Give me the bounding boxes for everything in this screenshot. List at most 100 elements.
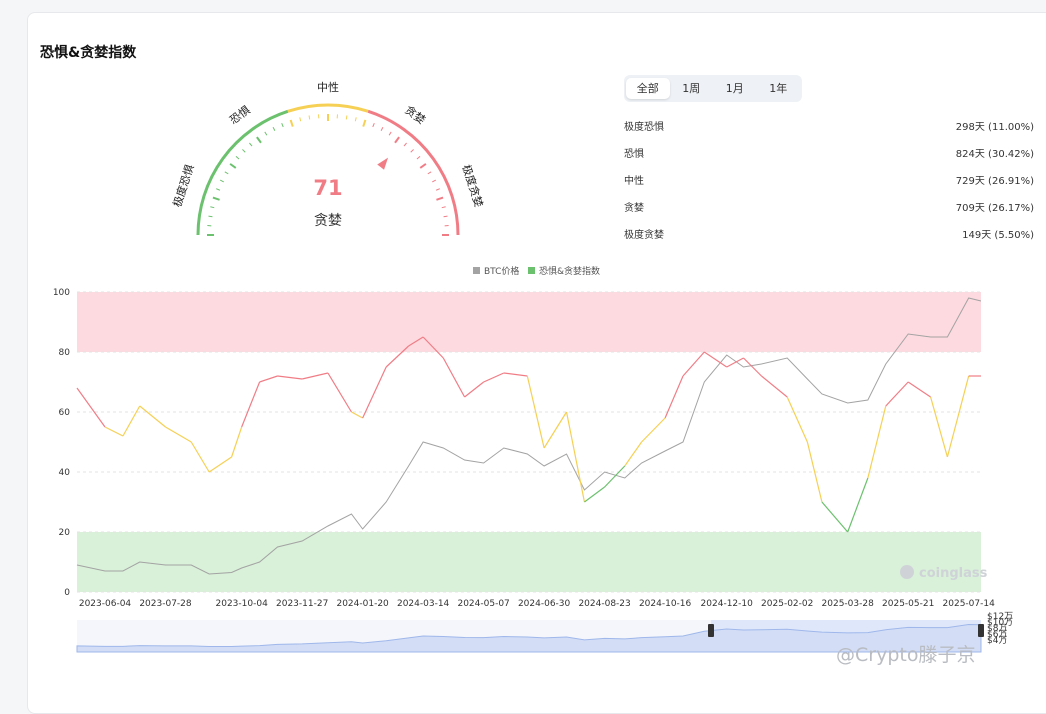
navigator-handle-right[interactable] <box>978 624 984 637</box>
gauge-tick <box>309 115 310 119</box>
x-tick-label: 2025-02-02 <box>761 599 813 609</box>
x-tick-label: 2024-08-23 <box>578 599 630 609</box>
gauge-tick <box>436 189 440 191</box>
index-line-segment <box>886 382 908 406</box>
tab-1-year[interactable]: 1年 <box>757 78 801 99</box>
gauge-tick <box>257 137 261 143</box>
navigator-handle-left[interactable] <box>708 624 714 637</box>
index-line-segment <box>683 352 704 376</box>
y-right-tick-label: $12万 <box>987 612 1013 622</box>
stat-label: 极度恐惧 <box>624 118 664 133</box>
gauge-tick <box>355 117 356 121</box>
gauge-tick <box>236 156 239 159</box>
index-line-segment <box>232 427 242 457</box>
fear-greed-gauge: 极度恐惧 恐惧 中性 贪婪 极度贪婪 71 贪婪 <box>160 70 500 260</box>
gauge-tick <box>300 117 301 121</box>
index-line-segment <box>140 406 166 427</box>
gauge-tick <box>346 115 347 119</box>
gauge-label-fear: 恐惧 <box>227 103 253 127</box>
stats-list: 极度恐惧298天 (11.00%) 恐惧824天 (30.42%) 中性729天… <box>624 112 1034 247</box>
gauge-label-neutral: 中性 <box>317 80 339 94</box>
index-line-segment <box>77 388 105 427</box>
gauge-tick <box>444 216 448 217</box>
index-line-segment <box>260 376 278 382</box>
fear-zone <box>77 532 981 592</box>
gauge-tick <box>282 123 284 127</box>
index-line-segment <box>302 373 328 379</box>
index-line-segment <box>822 502 848 532</box>
coinglass-brand: coinglass <box>919 566 988 581</box>
index-line-segment <box>504 373 528 376</box>
index-line-segment <box>787 397 807 442</box>
gauge-tick <box>404 143 407 146</box>
tab-all[interactable]: 全部 <box>626 78 670 99</box>
index-line-segment <box>761 376 787 397</box>
y-left-tick-label: 20 <box>59 528 71 538</box>
x-tick-label: 2024-01-20 <box>336 599 389 609</box>
x-tick-label: 2025-05-21 <box>882 599 934 609</box>
index-line-segment <box>584 487 604 502</box>
x-tick-label: 2023-10-04 <box>216 599 269 609</box>
gauge-label-extreme-greed: 极度贪婪 <box>459 163 486 209</box>
index-line-segment <box>209 457 231 472</box>
stat-value: 298天 (11.00%) <box>956 118 1034 133</box>
x-tick-label: 2023-11-27 <box>276 599 328 609</box>
x-tick-label: 2023-06-04 <box>79 599 132 609</box>
y-left-tick-label: 0 <box>64 588 70 598</box>
x-tick-label: 2025-03-28 <box>822 599 875 609</box>
gauge-tick <box>208 216 212 217</box>
index-line-segment <box>625 442 642 466</box>
y-left-tick-label: 60 <box>59 408 71 418</box>
gauge-tick <box>216 189 220 191</box>
stat-value: 709天 (26.17%) <box>956 199 1034 214</box>
gauge-tick <box>210 207 214 208</box>
gauge-tick <box>389 132 391 135</box>
page-title: 恐惧&贪婪指数 <box>40 42 136 62</box>
legend[interactable]: BTC价格 恐惧&贪婪指数 <box>473 265 600 277</box>
gauge-tick <box>411 149 414 152</box>
index-line-segment <box>484 373 504 382</box>
stat-row: 贪婪 709天 (26.17%) <box>624 193 1034 220</box>
index-line-segment <box>465 382 484 397</box>
gauge-tick <box>420 164 426 168</box>
gauge-tick <box>291 120 293 127</box>
stat-label: 贪婪 <box>624 199 644 214</box>
index-line-segment <box>328 373 352 412</box>
gauge-tick <box>220 180 224 182</box>
index-line-segment <box>544 412 566 448</box>
x-tick-label: 2024-05-07 <box>457 599 509 609</box>
gauge-arc-neutral <box>288 105 368 111</box>
tab-1-week[interactable]: 1周 <box>670 78 714 99</box>
x-tick-label: 2024-03-14 <box>397 599 450 609</box>
index-line-segment <box>242 382 260 427</box>
index-line-segment <box>191 442 209 472</box>
index-line-segment <box>931 397 948 457</box>
gauge-tick <box>381 127 383 131</box>
tab-1-month[interactable]: 1月 <box>713 78 757 99</box>
gauge-tick <box>428 172 431 174</box>
gauge-tick <box>242 149 245 152</box>
legend-label-btc: BTC价格 <box>484 265 519 277</box>
index-line-segment <box>848 478 868 532</box>
gauge-tick <box>273 127 275 131</box>
gauge-value: 71 <box>313 176 342 200</box>
gauge-tick <box>395 137 399 143</box>
index-line-segment <box>605 466 625 487</box>
gauge-tick <box>230 164 236 168</box>
gauge-pointer <box>377 158 388 170</box>
gauge-status: 贪婪 <box>314 213 342 229</box>
y-left-tick-label: 80 <box>59 348 71 358</box>
legend-swatch-btc <box>473 267 480 274</box>
time-range-tabs[interactable]: 全部 1周 1月 1年 <box>624 75 802 102</box>
coinglass-icon <box>900 565 914 579</box>
gauge-tick <box>436 198 443 200</box>
gauge-tick <box>265 132 267 135</box>
y-left-tick-label: 100 <box>53 288 70 298</box>
index-line-segment <box>868 406 886 478</box>
stat-label: 极度贪婪 <box>624 226 664 241</box>
gauge-tick <box>225 172 228 174</box>
watermark: @Crypto滕子京 <box>836 640 975 667</box>
fear-greed-chart[interactable]: BTC价格 恐惧&贪婪指数 020406080100 $4万$6万$8万$10万… <box>40 260 1040 660</box>
index-line-segment <box>105 427 123 436</box>
gauge-tick <box>432 180 436 182</box>
